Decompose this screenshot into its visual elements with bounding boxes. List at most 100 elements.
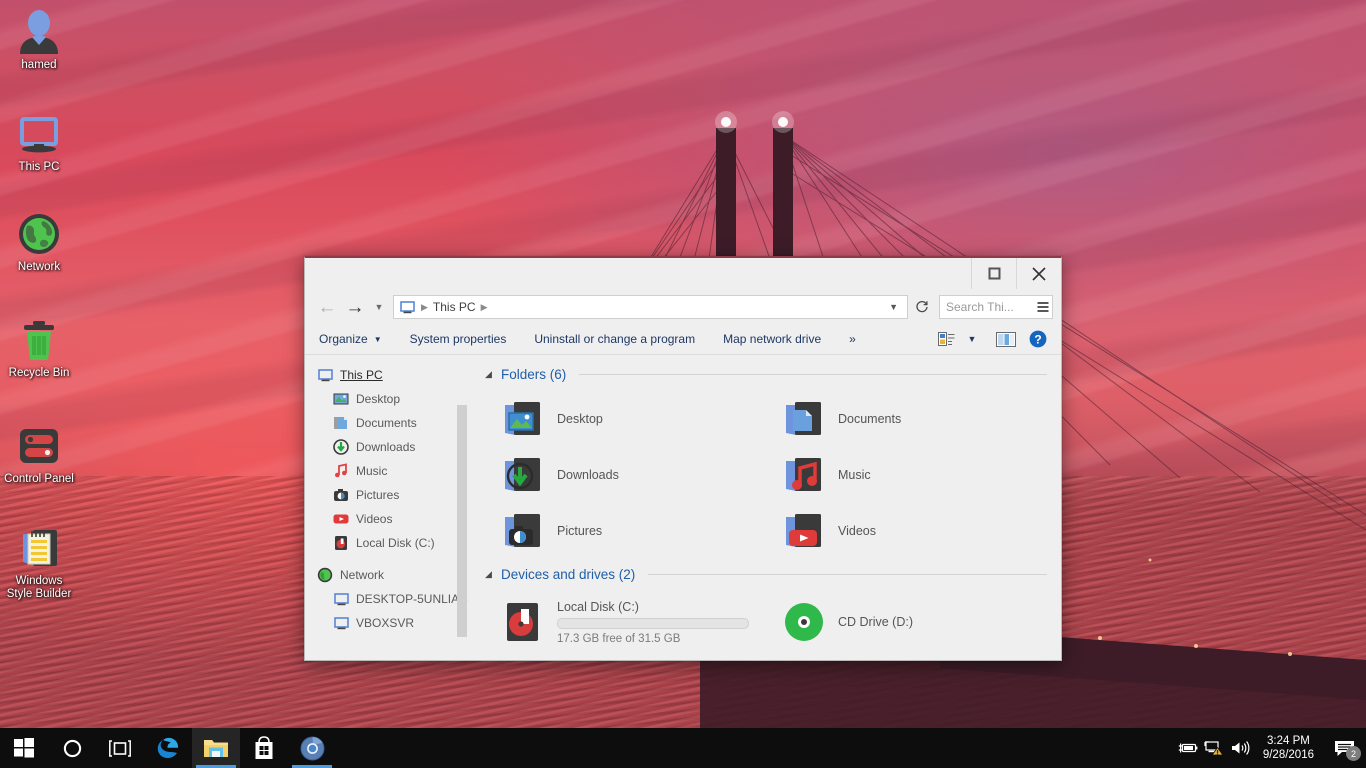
drives-group-header[interactable]: ◢ Devices and drives (2) — [485, 563, 1047, 585]
nav-item-music[interactable]: Music — [305, 459, 471, 483]
cortana-search-icon[interactable] — [48, 728, 96, 768]
nav-item-label: Downloads — [356, 440, 415, 454]
breadcrumb-separator-end[interactable]: ▶ — [476, 302, 493, 313]
forward-button[interactable]: → — [343, 295, 367, 319]
command-bar: Organize ▼ System properties Uninstall o… — [305, 324, 1061, 355]
drive-tile-local-disk[interactable]: Local Disk (C:) 17.3 GB free of 31.5 GB — [485, 591, 766, 653]
folder-tile-desktop[interactable]: Desktop — [485, 391, 766, 447]
network-warning-icon[interactable] — [1201, 728, 1227, 768]
nav-item-label: Videos — [356, 512, 392, 526]
nav-item-local-disk[interactable]: Local Disk (C:) — [305, 531, 471, 555]
folder-tile-pictures[interactable]: Pictures — [485, 503, 766, 559]
uninstall-or-change-program-button[interactable]: Uninstall or change a program — [520, 327, 709, 351]
collapse-triangle-icon[interactable]: ◢ — [485, 570, 494, 579]
nav-item-downloads[interactable]: Downloads — [305, 435, 471, 459]
music-folder-icon — [333, 463, 349, 479]
folder-tile-label: Videos — [838, 524, 876, 538]
start-button[interactable] — [0, 728, 48, 768]
clock-date: 9/28/2016 — [1263, 748, 1314, 762]
desktop-icon-network[interactable]: Network — [2, 210, 76, 274]
folder-tile-label: Pictures — [557, 524, 602, 538]
change-view-button[interactable] — [933, 327, 959, 351]
nav-item-videos[interactable]: Videos — [305, 507, 471, 531]
desktop-icon-label: Recycle Bin — [2, 367, 76, 380]
search-input[interactable]: Search Thi... — [946, 300, 1036, 314]
window-titlebar[interactable] — [305, 258, 1061, 290]
nav-item-network[interactable]: Network — [305, 563, 471, 587]
search-icon[interactable] — [1036, 301, 1050, 313]
nav-item-documents[interactable]: Documents — [305, 411, 471, 435]
desktop-icon-windows-style-builder[interactable]: Windows Style Builder — [2, 524, 76, 601]
view-dropdown-button[interactable]: ▼ — [959, 327, 985, 351]
nav-item-label: This PC — [340, 368, 383, 382]
this-pc-icon — [15, 110, 63, 158]
maximize-button[interactable] — [971, 258, 1016, 289]
map-network-drive-button[interactable]: Map network drive — [709, 327, 835, 351]
folder-tile-documents[interactable]: Documents — [766, 391, 1047, 447]
taskbar-item-store[interactable] — [240, 728, 288, 768]
taskbar-item-edge[interactable] — [144, 728, 192, 768]
desktop-background[interactable]: hamed This PC Network — [0, 0, 1366, 768]
action-center-button[interactable]: 2 — [1324, 728, 1364, 768]
desktop-icon-control-panel[interactable]: Control Panel — [2, 422, 76, 486]
folder-tile-music[interactable]: Music — [766, 447, 1047, 503]
volume-icon[interactable] — [1227, 728, 1253, 768]
command-overflow-button[interactable]: » — [835, 327, 870, 351]
collapse-triangle-icon[interactable]: ◢ — [485, 370, 494, 379]
desktop-icon-this-pc[interactable]: This PC — [2, 110, 76, 174]
task-view-icon[interactable] — [96, 728, 144, 768]
nav-item-desktop[interactable]: Desktop — [305, 387, 471, 411]
close-button[interactable] — [1016, 258, 1061, 289]
nav-item-vboxsvr[interactable]: VBOXSVR — [305, 611, 471, 635]
content-pane[interactable]: ◢ Folders (6) — [471, 355, 1061, 660]
folder-tile-videos[interactable]: Videos — [766, 503, 1047, 559]
nav-item-this-pc[interactable]: This PC — [305, 363, 471, 387]
recent-locations-button[interactable]: ▼ — [371, 295, 387, 319]
organize-label: Organize — [319, 332, 368, 346]
network-globe-icon — [15, 210, 63, 258]
nav-item-desktop-5unliac[interactable]: DESKTOP-5UNLIAC — [305, 587, 471, 611]
taskbar-item-file-explorer[interactable] — [192, 728, 240, 768]
taskbar-item-chrome[interactable] — [288, 728, 336, 768]
chevron-down-icon: ▼ — [374, 335, 382, 344]
folder-tile-downloads[interactable]: Downloads — [485, 447, 766, 503]
desktop-icon-label: Network — [2, 261, 76, 274]
refresh-button[interactable] — [912, 296, 932, 318]
address-bar[interactable]: ▶ This PC ▶ ▼ — [393, 295, 908, 319]
navigation-pane[interactable]: This PC Desktop Documents — [305, 355, 471, 660]
drive-tile-cd-drive[interactable]: CD Drive (D:) — [766, 591, 1047, 653]
folders-group-title: Folders (6) — [501, 367, 566, 382]
back-button[interactable]: ← — [315, 295, 339, 319]
desktop-folder-icon — [333, 391, 349, 407]
file-explorer-window[interactable]: ← → ▼ ▶ This PC ▶ ▼ — [304, 256, 1062, 661]
nav-item-label: Network — [340, 568, 384, 582]
search-box[interactable]: Search Thi... — [939, 295, 1053, 319]
downloads-folder-icon — [501, 453, 545, 497]
organize-menu[interactable]: Organize ▼ — [319, 327, 396, 351]
navigation-bar: ← → ▼ ▶ This PC ▶ ▼ — [305, 290, 1061, 324]
folders-group-header[interactable]: ◢ Folders (6) — [485, 363, 1047, 385]
control-panel-icon — [15, 422, 63, 470]
user-account-icon — [15, 8, 63, 56]
folder-tile-label: Music — [838, 468, 871, 482]
taskbar[interactable]: 3:24 PM 9/28/2016 2 — [0, 728, 1366, 768]
folder-tile-label: Downloads — [557, 468, 619, 482]
svg-text:?: ? — [1034, 332, 1041, 346]
system-properties-button[interactable]: System properties — [396, 327, 521, 351]
breadcrumb-separator: ▶ — [416, 302, 433, 313]
desktop-icon-recycle-bin[interactable]: Recycle Bin — [2, 316, 76, 380]
help-button[interactable]: ? — [1025, 327, 1051, 351]
desktop-icon-hamed[interactable]: hamed — [2, 8, 76, 72]
group-divider — [579, 374, 1047, 375]
battery-icon[interactable] — [1175, 728, 1201, 768]
folder-tile-label: Documents — [838, 412, 901, 426]
drive-label: Local Disk (C:) — [557, 600, 749, 614]
taskbar-clock[interactable]: 3:24 PM 9/28/2016 — [1253, 734, 1324, 762]
breadcrumb-this-pc[interactable]: This PC — [433, 300, 476, 314]
nav-item-pictures[interactable]: Pictures — [305, 483, 471, 507]
nav-item-label: Local Disk (C:) — [356, 536, 435, 550]
system-tray[interactable]: 3:24 PM 9/28/2016 2 — [1175, 728, 1366, 768]
preview-pane-button[interactable] — [993, 327, 1019, 351]
chevron-down-icon[interactable]: ▼ — [882, 302, 905, 312]
navigation-pane-scrollbar[interactable] — [457, 405, 467, 637]
